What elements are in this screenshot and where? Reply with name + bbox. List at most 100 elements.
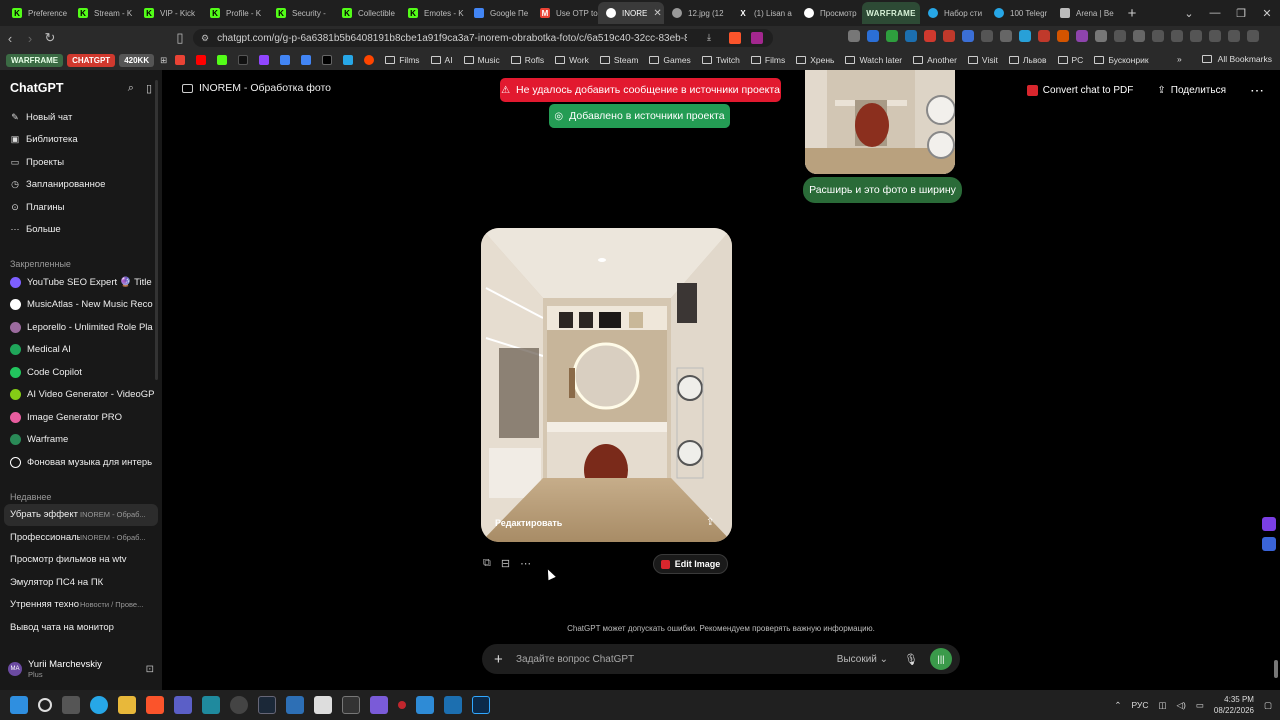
prompt-input[interactable] [516, 653, 837, 665]
all-bookmarks-link[interactable]: All Bookmarks [1218, 54, 1272, 64]
bookmark-kick[interactable] [217, 55, 228, 65]
add-to-project-icon[interactable]: ⊟ [501, 557, 510, 570]
recent-chat-item[interactable]: Эмулятор ПС4 на ПК [0, 571, 162, 594]
tab-5[interactable]: K Security - [268, 2, 334, 24]
puzzle-icon[interactable] [1133, 30, 1145, 42]
pinned-gpt-warframe[interactable]: Warframe [0, 429, 162, 452]
language-indicator[interactable]: РУС [1131, 700, 1148, 710]
extension-icon[interactable] [1114, 30, 1126, 42]
tab-17[interactable]: Arena | Be [1052, 2, 1118, 24]
extension-icon[interactable] [1000, 30, 1012, 42]
chat-scrollbar[interactable] [1274, 660, 1278, 678]
bookmark-icon[interactable]: ▯ [170, 30, 190, 46]
nav-new-chat[interactable]: ✎ Новый чат [0, 106, 162, 129]
app-icon[interactable] [444, 696, 462, 714]
bookmark-google[interactable] [280, 55, 291, 65]
apps-grid-icon[interactable]: ⊞ [160, 55, 167, 66]
extension-icon[interactable] [848, 30, 860, 42]
recent-chat-item[interactable]: Убрать эффект INOREM - Обраб... [4, 503, 158, 526]
pinned-gpt-code-copilot[interactable]: Code Copilot [0, 361, 162, 384]
tab-list-icon[interactable]: ⌄ [1176, 7, 1202, 20]
pinned-gpt-youtube-seo[interactable]: YouTube SEO Expert 🔮 Title [0, 271, 162, 294]
extension-icon[interactable] [1038, 30, 1050, 42]
more-options-icon[interactable]: ⋯ [1250, 82, 1264, 99]
clock[interactable]: 4:35 PM 08/22/2026 [1214, 694, 1254, 716]
new-tab-button[interactable]: + [1122, 3, 1142, 23]
sidebar-collapse-icon[interactable]: ▯ [146, 82, 152, 95]
menu-icon[interactable] [1247, 30, 1259, 42]
bookmark-folder-twitch[interactable]: Twitch [701, 55, 740, 65]
file-explorer-icon[interactable] [118, 696, 136, 714]
bookmark-tiktok[interactable] [238, 55, 249, 65]
extension-icon[interactable] [924, 30, 936, 42]
nav-projects[interactable]: ▭ Проекты [0, 151, 162, 174]
invite-icon[interactable]: ⊡ [146, 664, 154, 675]
brand-title[interactable]: ChatGPT [10, 81, 63, 95]
recent-chat-item[interactable]: Профессиональ INOREM - Обраб... [0, 526, 162, 549]
photoshop-icon[interactable] [472, 696, 490, 714]
bookmark-folder-another[interactable]: Another [913, 55, 957, 65]
extension-icon[interactable] [962, 30, 974, 42]
brave-browser-icon[interactable] [146, 696, 164, 714]
bookmark-telegram[interactable] [343, 55, 354, 65]
bookmark-pill-warframe[interactable]: WARFRAME [6, 53, 64, 67]
bookmark-translate[interactable] [301, 55, 312, 65]
user-uploaded-image[interactable] [805, 70, 955, 174]
pinned-gpt-image-generator[interactable]: Image Generator PRO [0, 406, 162, 429]
search-icon[interactable]: ⌕ [128, 82, 134, 95]
bookmark-folder-games[interactable]: Games [649, 55, 691, 65]
tab-10-active[interactable]: INORE ✕ [598, 2, 664, 24]
extension-widget-icon[interactable] [1262, 517, 1276, 531]
tab-12[interactable]: X (1) Lisan a [730, 2, 796, 24]
bookmark-x[interactable] [322, 55, 333, 65]
pinned-gpt-leporello[interactable]: Leporello - Unlimited Role Pla [0, 316, 162, 339]
user-account[interactable]: MA Yurii Marchevskiy Plus ⊡ [0, 648, 162, 690]
steam-icon[interactable] [258, 696, 276, 714]
site-info-icon[interactable]: ⚙ [201, 33, 209, 44]
leo-icon[interactable] [1209, 30, 1221, 42]
network-icon[interactable]: ◫ [1158, 700, 1166, 711]
nav-library[interactable]: ▣ Библиотека [0, 129, 162, 152]
tab-11[interactable]: 12.jpg (12 [664, 2, 730, 24]
wallet-icon[interactable] [1190, 30, 1202, 42]
extension-icon[interactable] [867, 30, 879, 42]
bookmark-folder-watch-later[interactable]: Watch later [845, 55, 902, 65]
tab-6[interactable]: K Collectible [334, 2, 400, 24]
bookmark-folder-work[interactable]: Work [555, 55, 589, 65]
pinned-gpt-medical-ai[interactable]: Medical AI [0, 339, 162, 362]
nav-more[interactable]: ⋯ Больше [0, 219, 162, 242]
task-view-icon[interactable] [62, 696, 80, 714]
tab-2[interactable]: K Stream - K [70, 2, 136, 24]
project-title[interactable]: INOREM - Обработка фото [182, 82, 331, 94]
forward-icon[interactable]: › [20, 31, 40, 46]
extension-icon[interactable] [886, 30, 898, 42]
edit-image-button[interactable]: Edit Image [653, 554, 728, 574]
downloads-icon[interactable] [1152, 30, 1164, 42]
attach-plus-icon[interactable]: + [494, 651, 510, 668]
app-icon[interactable] [202, 696, 220, 714]
bookmark-folder-pc[interactable]: PC [1057, 55, 1083, 65]
share-button[interactable]: ⇪ Поделиться [1157, 85, 1226, 96]
brave-rewards-icon[interactable] [751, 32, 763, 44]
extension-icon[interactable] [1076, 30, 1088, 42]
model-selector[interactable]: Высокий ⌄ [837, 654, 888, 665]
copy-icon[interactable]: ⧉ [483, 557, 491, 570]
extension-icon[interactable] [981, 30, 993, 42]
recent-chat-item[interactable]: Утренняя техно Новости / Прове... [0, 594, 162, 617]
tab-warframe[interactable]: WARFRAME [862, 2, 920, 24]
tab-9[interactable]: M Use OTP to [532, 2, 598, 24]
teams-icon[interactable] [174, 696, 192, 714]
extension-icon[interactable] [1095, 30, 1107, 42]
tab-7[interactable]: K Emotes - K [400, 2, 466, 24]
bookmark-folder-visit[interactable]: Visit [967, 55, 998, 65]
voice-mode-button[interactable]: ||| [930, 648, 952, 670]
url-text[interactable]: chatgpt.com/g/g-p-6a6381b5b6408191b8cbe1… [217, 33, 687, 44]
app-icon[interactable] [230, 696, 248, 714]
bookmark-pill-420kk[interactable]: 420KK [119, 53, 155, 67]
bookmark-folder-films[interactable]: Films [385, 55, 420, 65]
bookmark-folder-music[interactable]: Music [463, 55, 500, 65]
bookmark-folder-films-2[interactable]: Films [750, 55, 785, 65]
bookmark-pill-chatgpt[interactable]: CHATGPT [67, 53, 116, 67]
tab-13[interactable]: Просмотр [796, 2, 862, 24]
bookmark-folder-ai[interactable]: AI [430, 55, 453, 65]
